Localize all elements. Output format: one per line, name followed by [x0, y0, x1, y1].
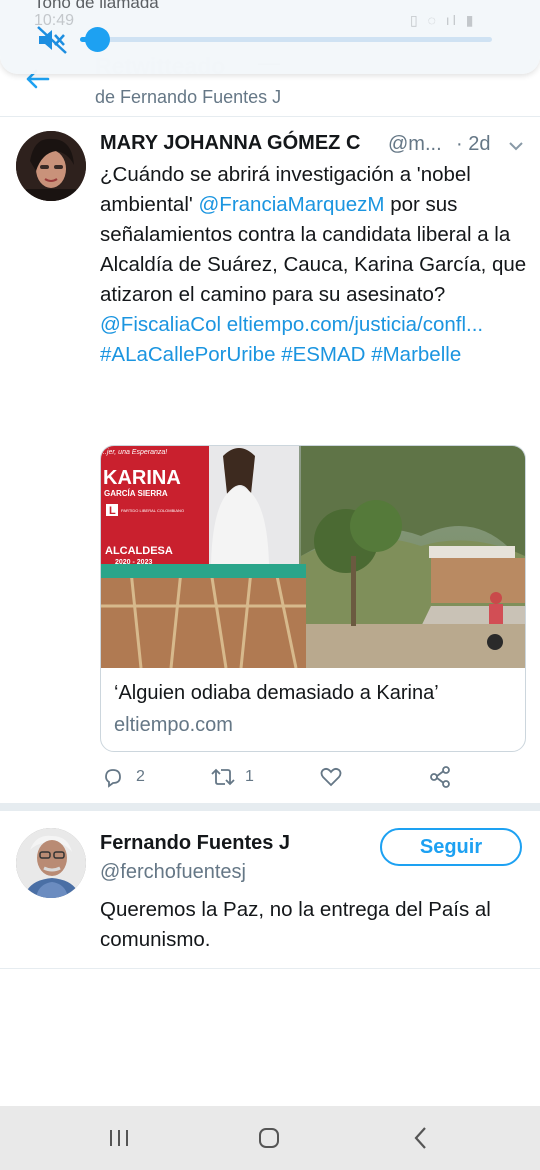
- billboard-name: KARINA: [103, 467, 181, 489]
- tweet-author-handle[interactable]: @m...: [388, 133, 442, 156]
- avatar[interactable]: [16, 828, 86, 898]
- divider: [0, 116, 540, 117]
- reply-count: 2: [136, 768, 145, 785]
- home-icon[interactable]: [254, 1123, 284, 1153]
- share-button[interactable]: [429, 766, 451, 788]
- like-button[interactable]: [320, 766, 342, 788]
- chevron-down-icon[interactable]: [507, 137, 525, 155]
- hashtag-link[interactable]: #Marbelle: [371, 343, 461, 366]
- reply-icon: [105, 769, 121, 788]
- svg-text:L: L: [109, 505, 116, 517]
- mute-icon[interactable]: [36, 25, 68, 55]
- tweet-author-handle[interactable]: @ferchofuentesj: [100, 861, 246, 884]
- recent-apps-icon[interactable]: [104, 1123, 134, 1153]
- back-icon[interactable]: [406, 1123, 436, 1153]
- retweet-count: 1: [245, 768, 254, 785]
- divider: [0, 968, 540, 969]
- volume-overlay: Tono de llamada 10:49 ▯ ◌ ıl ▮: [0, 0, 540, 74]
- card-domain[interactable]: eltiempo.com: [114, 714, 233, 737]
- mention-link[interactable]: @FranciaMarquezM: [199, 193, 385, 216]
- reply-button[interactable]: 2: [102, 766, 145, 788]
- status-icons: ▯ ◌ ıl ▮: [410, 12, 477, 28]
- retweet-icon: [211, 768, 235, 786]
- hashtag-link[interactable]: #ESMAD: [281, 343, 365, 366]
- share-icon: [430, 766, 450, 788]
- tweet-author-name[interactable]: MARY JOHANNA GÓMEZ C: [100, 132, 360, 155]
- link-card[interactable]: ..jer, una Esperanza! KARINA GARCÍA SIER…: [100, 445, 526, 752]
- billboard-party: PARTIDO LIBERAL COLOMBIANO: [121, 508, 184, 513]
- billboard-office: ALCALDESA: [105, 545, 173, 557]
- billboard-surname: GARCÍA SIERRA: [104, 489, 168, 498]
- tweet-author-name[interactable]: Fernando Fuentes J: [100, 832, 290, 855]
- billboard-years: 2020 - 2023: [115, 559, 152, 566]
- section-divider: [0, 803, 540, 811]
- retweet-button[interactable]: 1: [210, 766, 254, 788]
- billboard-top-text: ..jer, una Esperanza!: [103, 449, 167, 456]
- tweet-time: · 2d: [456, 133, 491, 155]
- card-image: ..jer, una Esperanza! KARINA GARCÍA SIER…: [101, 446, 525, 668]
- volume-slider-thumb[interactable]: [85, 27, 110, 52]
- follow-button[interactable]: Seguir: [380, 828, 522, 866]
- tweet-text: ¿Cuándo se abrirá investigación a 'nobel…: [100, 160, 530, 370]
- url-link[interactable]: eltiempo.com/justicia/confl...: [227, 313, 483, 336]
- card-title[interactable]: ‘Alguien odiaba demasiado a Karina’: [114, 682, 439, 705]
- page-subtitle: de Fernando Fuentes J: [95, 87, 282, 107]
- mention-link[interactable]: @FiscaliaCol: [100, 313, 221, 336]
- heart-icon: [320, 767, 342, 787]
- tweet-text: Queremos la Paz, no la entrega del País …: [100, 898, 491, 951]
- avatar[interactable]: [16, 131, 86, 201]
- volume-slider-track[interactable]: [80, 37, 492, 42]
- hashtag-link[interactable]: #ALaCallePorUribe: [100, 343, 275, 366]
